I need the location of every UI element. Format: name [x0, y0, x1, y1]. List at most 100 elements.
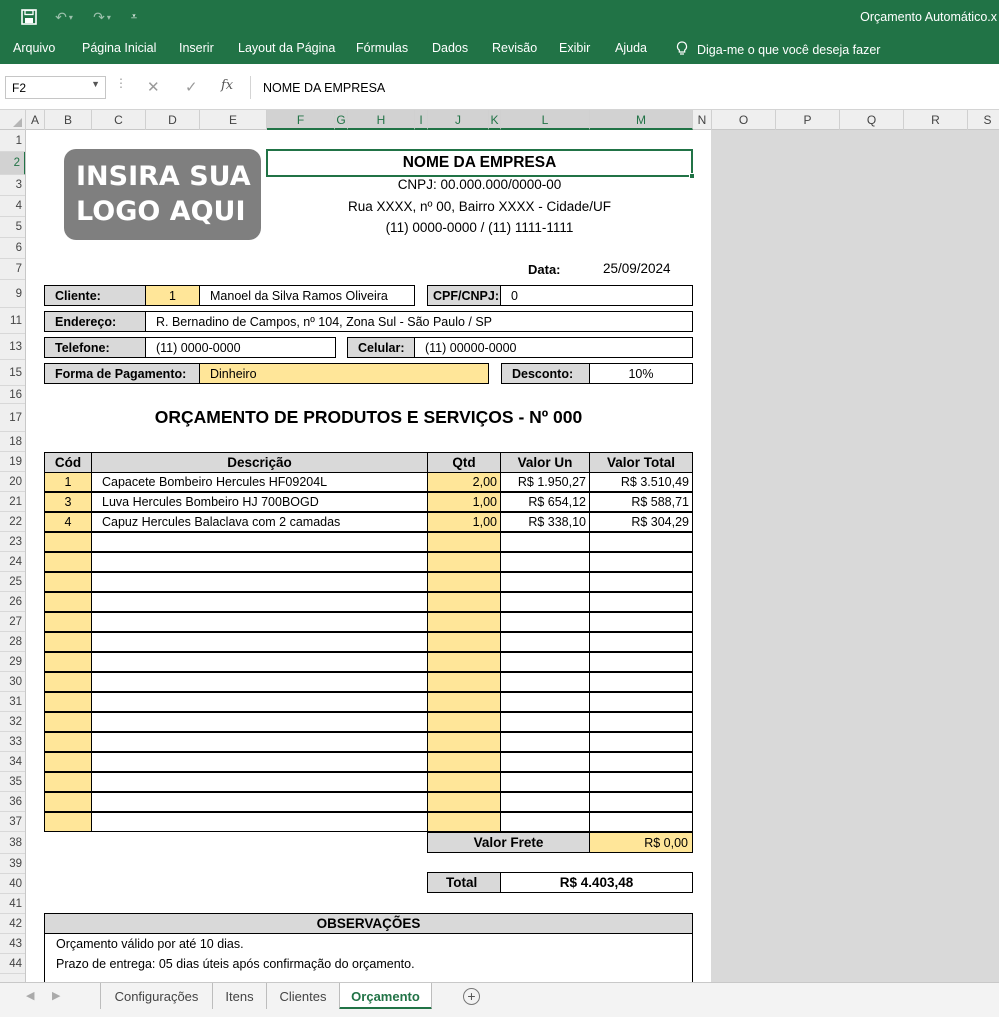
row-header[interactable]: 39 [0, 854, 25, 874]
tab-revisao[interactable]: Revisão [492, 41, 537, 55]
row-header[interactable]: 33 [0, 732, 25, 752]
row-header[interactable]: 7 [0, 259, 25, 280]
row-header[interactable]: 6 [0, 238, 25, 259]
row-header[interactable]: 22 [0, 512, 25, 532]
empty-cell[interactable] [589, 632, 693, 652]
tab-pagina-inicial[interactable]: Página Inicial [82, 41, 156, 55]
row-header[interactable]: 43 [0, 934, 25, 954]
sheet-tab-itens[interactable]: Itens [212, 983, 266, 1010]
empty-cell[interactable] [589, 732, 693, 752]
item-qtd[interactable]: 2,00 [427, 472, 501, 492]
item-total[interactable]: R$ 588,71 [589, 492, 693, 512]
empty-cell[interactable] [500, 812, 590, 832]
empty-cell[interactable] [589, 592, 693, 612]
empty-cell[interactable] [44, 632, 92, 652]
empty-cell[interactable] [427, 612, 501, 632]
empty-cell[interactable] [427, 652, 501, 672]
col-header[interactable]: G [335, 110, 348, 130]
tab-dados[interactable]: Dados [432, 41, 468, 55]
empty-cell[interactable] [91, 592, 428, 612]
row-header[interactable]: 27 [0, 612, 25, 632]
empty-cell[interactable] [589, 532, 693, 552]
scroll-right-icon[interactable]: ▶ [52, 989, 60, 1002]
empty-cell[interactable] [91, 772, 428, 792]
empty-cell[interactable] [44, 612, 92, 632]
empty-cell[interactable] [91, 712, 428, 732]
empty-cell[interactable] [91, 732, 428, 752]
row-header[interactable]: 26 [0, 592, 25, 612]
row-header[interactable]: 40 [0, 874, 25, 894]
col-header[interactable]: P [776, 110, 840, 130]
empty-cell[interactable] [500, 772, 590, 792]
sheet-tab-configuracoes[interactable]: Configurações [100, 983, 212, 1010]
discount-value[interactable]: 10% [589, 363, 693, 384]
row-header[interactable]: 4 [0, 196, 25, 217]
empty-cell[interactable] [427, 712, 501, 732]
col-header[interactable]: E [200, 110, 267, 130]
row-header[interactable]: 5 [0, 217, 25, 238]
cpf-value[interactable]: 0 [500, 285, 693, 306]
empty-cell[interactable] [500, 592, 590, 612]
empty-cell[interactable] [91, 752, 428, 772]
empty-cell[interactable] [500, 572, 590, 592]
item-cod[interactable]: 3 [44, 492, 92, 512]
empty-cell[interactable] [427, 672, 501, 692]
chevron-down-icon[interactable]: ▼ [91, 79, 100, 89]
row-header[interactable]: 42 [0, 914, 25, 934]
undo-icon[interactable]: ↶ ▾ [50, 7, 78, 27]
worksheet[interactable]: INSIRA SUA LOGO AQUI NOME DA EMPRESA CNP… [26, 130, 999, 982]
empty-cell[interactable] [44, 772, 92, 792]
row-header[interactable]: 35 [0, 772, 25, 792]
row-header[interactable]: 24 [0, 552, 25, 572]
cell-value[interactable]: (11) 00000-0000 [414, 337, 693, 358]
empty-cell[interactable] [427, 532, 501, 552]
tab-arquivo[interactable]: Arquivo [13, 41, 55, 55]
col-header[interactable]: K [489, 110, 501, 130]
empty-cell[interactable] [427, 632, 501, 652]
tab-ajuda[interactable]: Ajuda [615, 41, 647, 55]
item-unit[interactable]: R$ 1.950,27 [500, 472, 590, 492]
row-header[interactable]: 15 [0, 360, 25, 386]
client-code[interactable]: 1 [145, 285, 200, 306]
empty-cell[interactable] [44, 692, 92, 712]
row-header[interactable]: 1 [0, 130, 25, 152]
empty-cell[interactable] [500, 792, 590, 812]
empty-cell[interactable] [589, 712, 693, 732]
company-name-cell[interactable]: NOME DA EMPRESA [266, 149, 695, 179]
col-header[interactable]: F [267, 110, 335, 130]
col-header[interactable]: N [693, 110, 712, 130]
col-header[interactable]: L [501, 110, 590, 130]
item-unit[interactable]: R$ 338,10 [500, 512, 590, 532]
empty-cell[interactable] [589, 812, 693, 832]
date-value[interactable]: 25/09/2024 [603, 261, 671, 276]
empty-cell[interactable] [500, 672, 590, 692]
row-header[interactable]: 18 [0, 432, 25, 452]
empty-cell[interactable] [500, 552, 590, 572]
empty-cell[interactable] [589, 792, 693, 812]
scroll-left-icon[interactable]: ◀ [26, 989, 34, 1002]
empty-cell[interactable] [500, 532, 590, 552]
empty-cell[interactable] [589, 612, 693, 632]
empty-cell[interactable] [500, 692, 590, 712]
tell-me-box[interactable]: Diga-me o que você deseja fazer [676, 41, 880, 59]
empty-cell[interactable] [91, 672, 428, 692]
item-desc[interactable]: Capuz Hercules Balaclava com 2 camadas [91, 512, 428, 532]
address-value[interactable]: R. Bernadino de Campos, nº 104, Zona Sul… [145, 311, 693, 332]
row-header[interactable]: 41 [0, 894, 25, 914]
empty-cell[interactable] [427, 732, 501, 752]
empty-cell[interactable] [44, 672, 92, 692]
empty-cell[interactable] [500, 652, 590, 672]
row-header[interactable]: 13 [0, 334, 25, 360]
empty-cell[interactable] [500, 712, 590, 732]
empty-cell[interactable] [427, 552, 501, 572]
name-box[interactable]: F2 ▼ [5, 76, 106, 99]
empty-cell[interactable] [91, 792, 428, 812]
row-header[interactable]: 25 [0, 572, 25, 592]
item-cod[interactable]: 1 [44, 472, 92, 492]
redo-icon[interactable]: ↷ ▾ [88, 7, 116, 27]
col-header[interactable]: O [712, 110, 776, 130]
empty-cell[interactable] [427, 812, 501, 832]
empty-cell[interactable] [44, 552, 92, 572]
observation-line[interactable]: Prazo de entrega: 05 dias úteis após con… [56, 957, 415, 971]
empty-cell[interactable] [91, 532, 428, 552]
